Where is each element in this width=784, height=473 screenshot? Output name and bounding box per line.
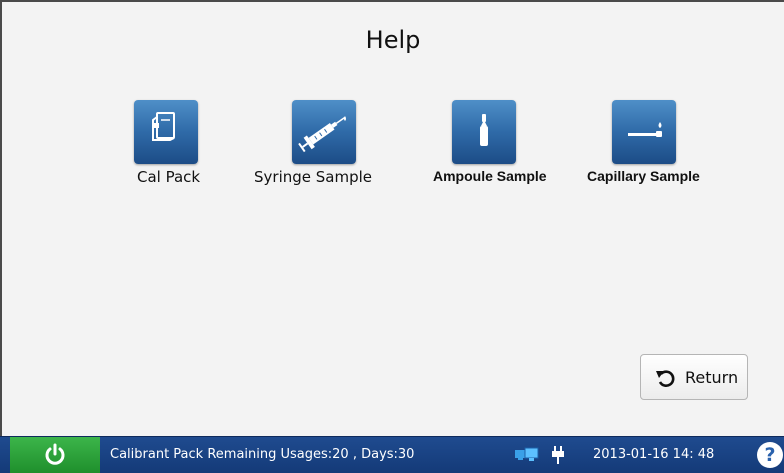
power-icon <box>45 443 65 465</box>
help-item-capillary-sample[interactable]: Capillary Sample <box>586 100 731 200</box>
power-plug-icon <box>552 446 564 464</box>
cal-pack-icon <box>152 112 175 141</box>
help-item-syringe-sample[interactable]: Syringe Sample <box>252 100 402 200</box>
capillary-tile[interactable] <box>612 100 676 164</box>
datetime-display: 2013-01-16 14: 48 <box>593 447 715 462</box>
main-panel: Help Cal Pack Syringe Sample Ampoule Sam… <box>0 0 784 438</box>
capillary-icon <box>628 122 662 137</box>
calibrant-status-text: Calibrant Pack Remaining Usages:20 , Day… <box>110 447 415 462</box>
return-arrow-icon <box>656 370 675 387</box>
help-icon[interactable]: ? <box>757 442 783 468</box>
syringe-sample-label: Syringe Sample <box>254 168 373 186</box>
return-button-label: Return <box>685 368 739 387</box>
page-title: Help <box>365 26 421 54</box>
help-item-ampoule-sample[interactable]: Ampoule Sample <box>430 100 575 200</box>
capillary-sample-label: Capillary Sample <box>587 168 700 184</box>
return-button[interactable]: Return <box>640 354 748 400</box>
power-button[interactable] <box>10 437 100 473</box>
cal-pack-label: Cal Pack <box>137 168 201 186</box>
network-icon <box>515 447 539 461</box>
syringe-icon <box>298 116 346 153</box>
help-icon-glyph: ? <box>764 444 776 466</box>
cal-pack-tile[interactable] <box>134 100 198 164</box>
ampoule-sample-label: Ampoule Sample <box>433 168 547 184</box>
ampoule-tile[interactable] <box>452 100 516 164</box>
status-bar: Calibrant Pack Remaining Usages:20 , Day… <box>0 436 784 473</box>
syringe-tile[interactable] <box>292 100 356 164</box>
help-item-cal-pack[interactable]: Cal Pack <box>132 100 242 200</box>
ampoule-icon <box>480 114 488 146</box>
